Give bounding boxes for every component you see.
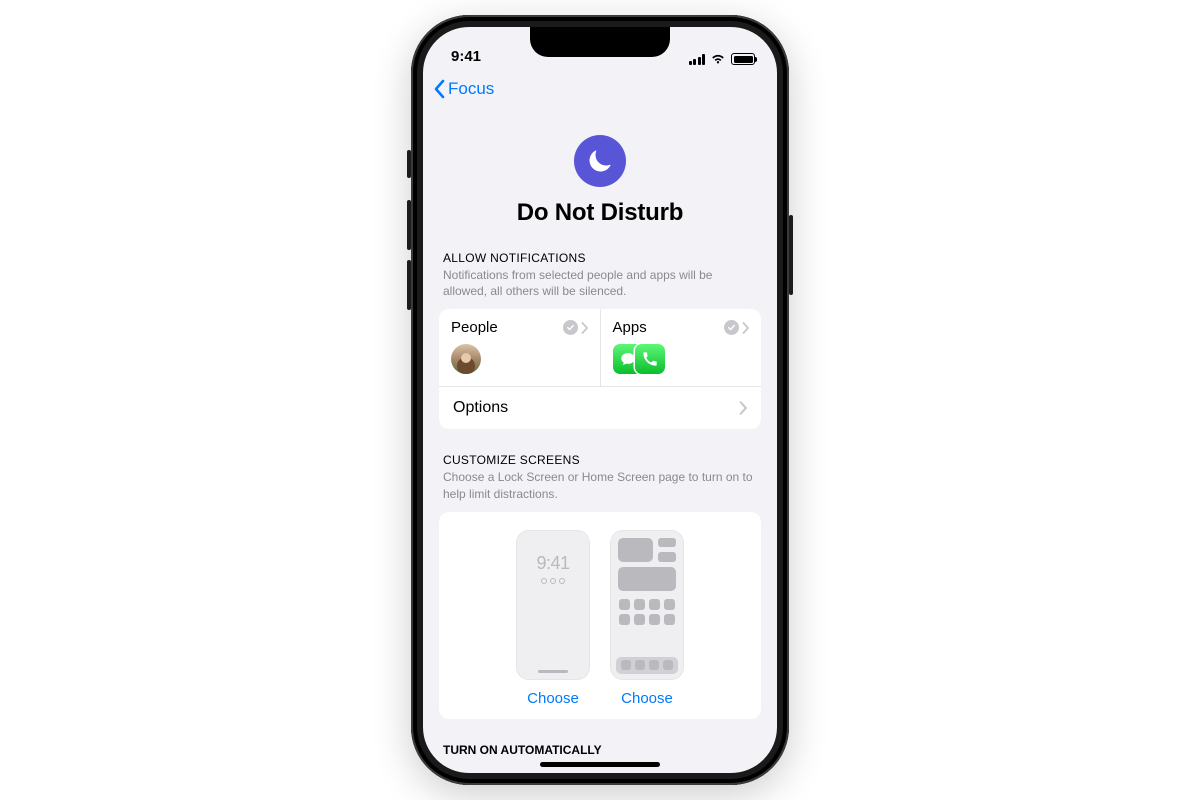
lock-screen-column: 9:41 Choose xyxy=(516,530,590,707)
options-label: Options xyxy=(453,399,508,417)
choose-home-screen-button[interactable]: Choose xyxy=(621,690,673,707)
page-title: Do Not Disturb xyxy=(517,199,684,227)
home-indicator[interactable] xyxy=(540,762,660,767)
allow-section-desc: Notifications from selected people and a… xyxy=(439,267,761,309)
contact-avatar xyxy=(451,344,481,374)
apps-label: Apps xyxy=(613,319,647,336)
home-indicator-mini xyxy=(538,670,568,673)
choose-lock-screen-button[interactable]: Choose xyxy=(527,690,579,707)
page-header: Do Not Disturb xyxy=(423,107,777,251)
people-label: People xyxy=(451,319,498,336)
hardware-volume-up xyxy=(407,200,411,250)
screen: 9:41 Focus xyxy=(423,27,777,773)
cellular-icon xyxy=(689,54,706,65)
chevron-left-icon xyxy=(433,79,445,99)
allow-apps-cell[interactable]: Apps xyxy=(600,309,762,386)
allow-section-header: ALLOW NOTIFICATIONS xyxy=(439,251,761,267)
iphone-frame: 9:41 Focus xyxy=(411,15,789,785)
scroll-content[interactable]: Do Not Disturb ALLOW NOTIFICATIONS Notif… xyxy=(423,107,777,773)
customize-section-desc: Choose a Lock Screen or Home Screen page… xyxy=(439,469,761,511)
nav-bar: Focus xyxy=(423,71,777,107)
section-allow-notifications: ALLOW NOTIFICATIONS Notifications from s… xyxy=(423,251,777,429)
next-section-header: TURN ON AUTOMATICALLY xyxy=(423,743,777,757)
hardware-silence-switch xyxy=(407,150,411,178)
back-label: Focus xyxy=(448,79,494,99)
hardware-volume-down xyxy=(407,260,411,310)
moon-icon xyxy=(574,135,626,187)
phone-app-icon xyxy=(635,344,665,374)
status-time: 9:41 xyxy=(451,48,481,65)
status-right xyxy=(689,53,756,65)
wifi-icon xyxy=(710,53,726,65)
allow-card: People xyxy=(439,309,761,429)
lock-screen-preview[interactable]: 9:41 xyxy=(516,530,590,680)
hardware-side-button xyxy=(789,215,793,295)
device-notch xyxy=(530,27,670,57)
checkmark-icon xyxy=(724,320,739,335)
home-screen-column: Choose xyxy=(610,530,684,707)
back-button[interactable]: Focus xyxy=(433,79,494,99)
customize-section-header: CUSTOMIZE SCREENS xyxy=(439,453,761,469)
section-customize-screens: CUSTOMIZE SCREENS Choose a Lock Screen o… xyxy=(423,453,777,718)
lock-screen-widgets-placeholder xyxy=(517,578,589,584)
home-screen-preview[interactable] xyxy=(610,530,684,680)
checkmark-icon xyxy=(563,320,578,335)
dock-mini xyxy=(616,657,678,674)
allow-people-cell[interactable]: People xyxy=(439,309,600,386)
options-row[interactable]: Options xyxy=(439,386,761,429)
chevron-right-icon xyxy=(742,322,749,334)
chevron-right-icon xyxy=(581,322,588,334)
customize-card: 9:41 Choose xyxy=(439,512,761,719)
allowed-apps xyxy=(613,344,750,374)
lock-screen-time: 9:41 xyxy=(517,553,589,574)
battery-icon xyxy=(731,53,755,65)
chevron-right-icon xyxy=(739,401,747,415)
